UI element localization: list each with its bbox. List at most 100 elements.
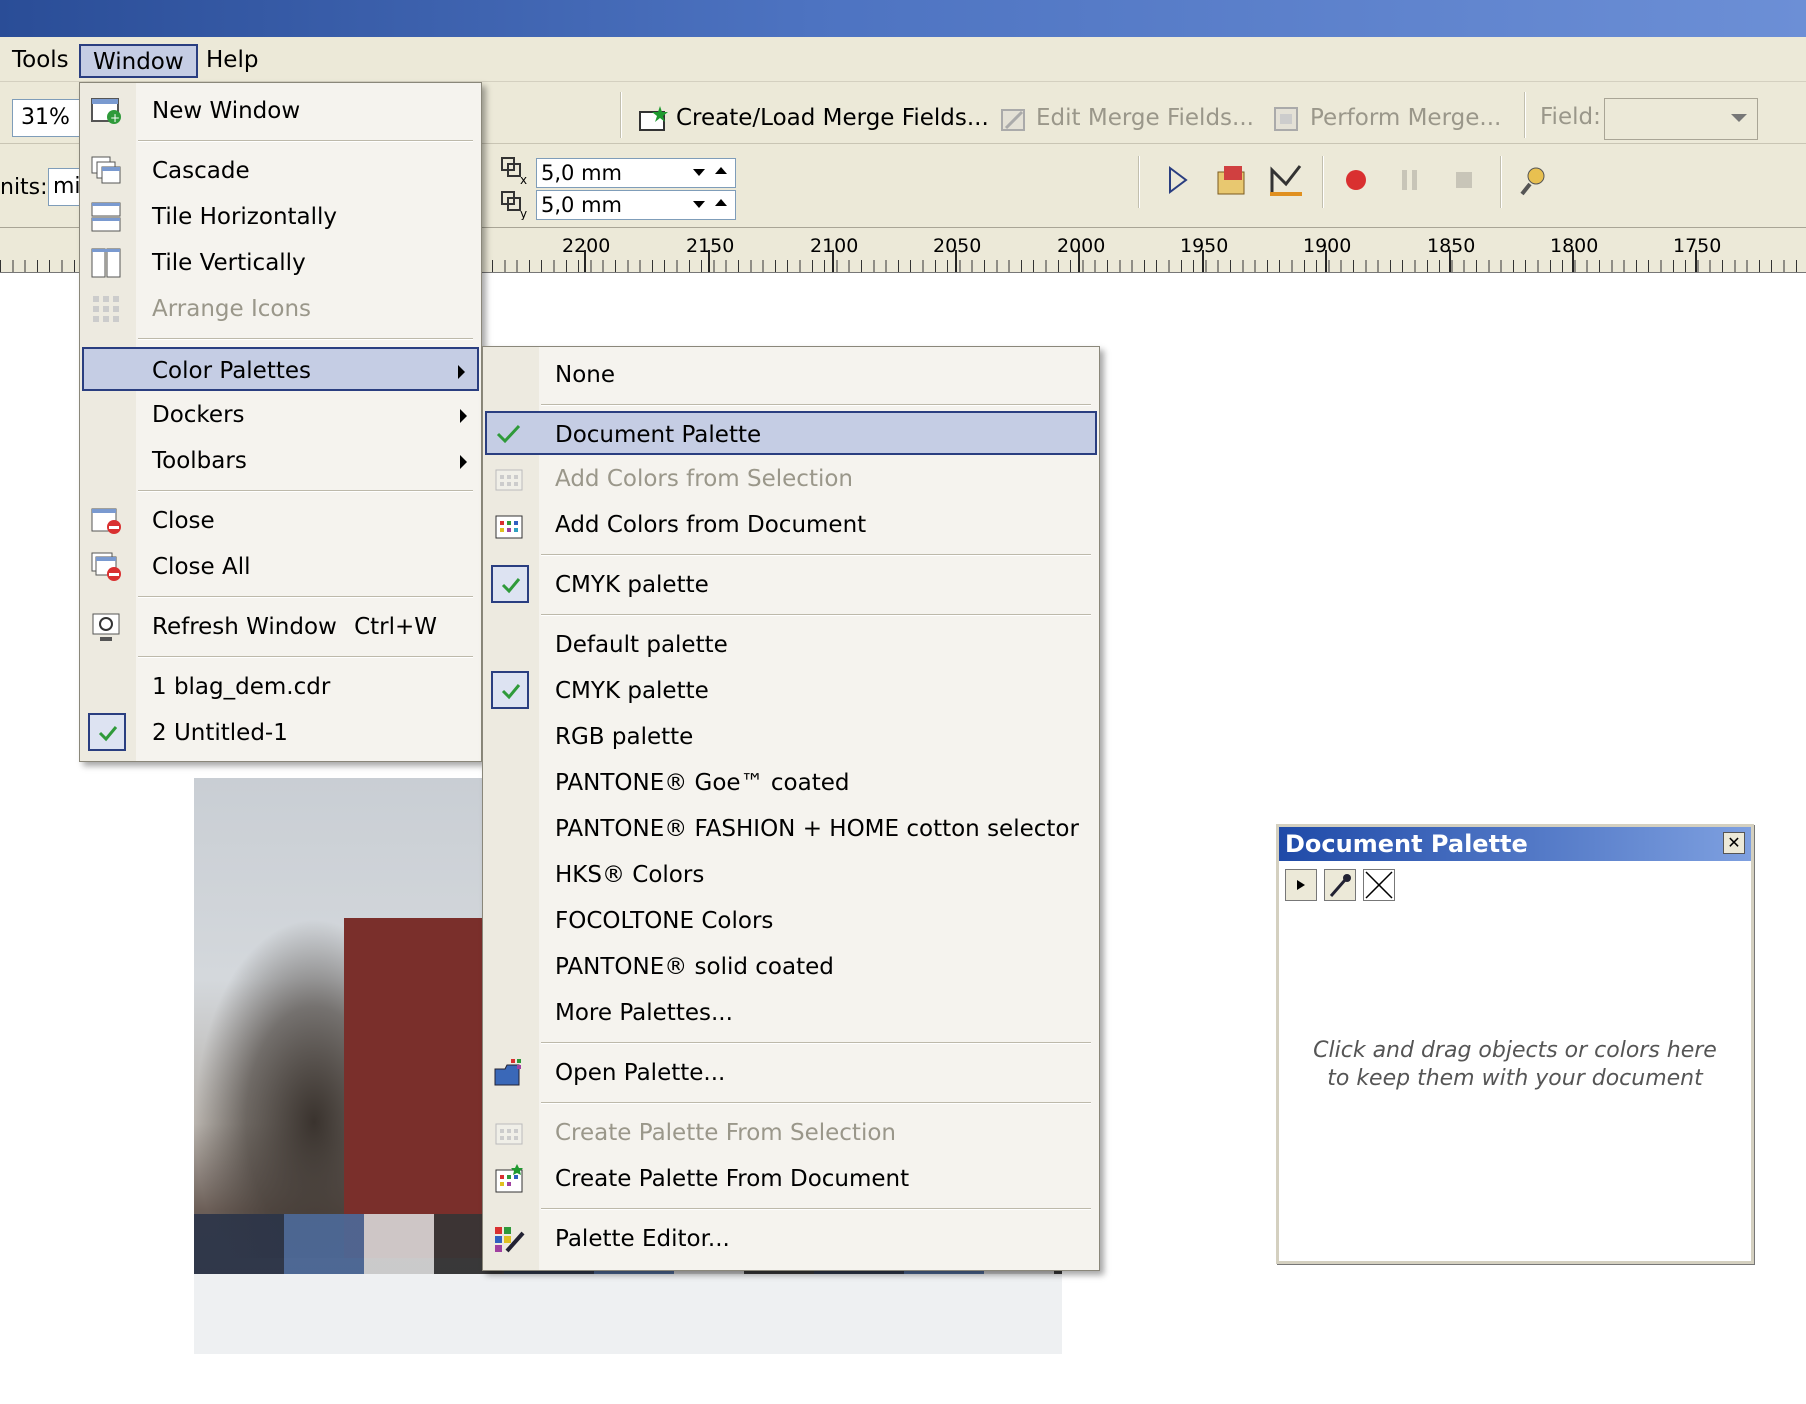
menu-item-cmyk-palette-open[interactable]: CMYK palette bbox=[485, 563, 1097, 607]
menu-separator bbox=[541, 554, 1091, 556]
refresh-window-icon bbox=[90, 611, 122, 643]
menu-item-label: Add Colors from Document bbox=[555, 512, 867, 538]
stop-macro-button[interactable] bbox=[1444, 160, 1484, 200]
menu-item-dockers[interactable]: Dockers bbox=[82, 393, 479, 437]
menu-item-tile-vertically[interactable]: Tile Vertically bbox=[82, 241, 479, 285]
offset-y-input[interactable]: 5,0 mm bbox=[536, 190, 736, 220]
menu-help[interactable]: Help bbox=[194, 44, 270, 78]
menu-separator bbox=[541, 1208, 1091, 1210]
perform-merge-button[interactable]: Perform Merge... bbox=[1272, 98, 1501, 138]
menu-item-arrange-icons[interactable]: Arrange Icons bbox=[82, 287, 479, 331]
palette-editor-icon bbox=[493, 1223, 525, 1255]
macro-editor-button[interactable] bbox=[1266, 160, 1306, 200]
menu-separator bbox=[541, 1102, 1091, 1104]
photo-snow bbox=[194, 1274, 1062, 1354]
menu-item-open-palette[interactable]: Open Palette... bbox=[485, 1051, 1097, 1095]
pause-macro-button[interactable] bbox=[1390, 160, 1430, 200]
menu-item-document-1[interactable]: 1 blag_dem.cdr bbox=[82, 665, 479, 709]
menu-item-label: Toolbars bbox=[152, 448, 247, 474]
options-icon bbox=[1520, 167, 1545, 196]
menu-item-label: Cascade bbox=[152, 158, 250, 184]
menu-item-cmyk-palette[interactable]: CMYK palette bbox=[485, 669, 1097, 713]
window-menu: + New Window Cascade Tile Horizontally T… bbox=[79, 82, 482, 762]
no-color-swatch[interactable] bbox=[1363, 869, 1396, 901]
menu-item-pantone-solid-coated[interactable]: PANTONE® solid coated bbox=[485, 945, 1097, 989]
toolbar-separator bbox=[1322, 156, 1324, 208]
chevron-up-icon[interactable] bbox=[715, 167, 727, 174]
menu-separator bbox=[138, 140, 473, 142]
palette-flyout-button[interactable] bbox=[1285, 869, 1317, 901]
ruler-label: 2050 bbox=[933, 235, 982, 257]
menu-item-hks-colors[interactable]: HKS® Colors bbox=[485, 853, 1097, 897]
edit-merge-fields-button[interactable]: Edit Merge Fields... bbox=[998, 98, 1254, 138]
menu-item-create-palette-from-document[interactable]: Create Palette From Document bbox=[485, 1157, 1097, 1201]
menu-item-label: None bbox=[555, 362, 616, 388]
no-color-icon bbox=[1365, 871, 1393, 899]
menu-item-create-palette-from-selection[interactable]: Create Palette From Selection bbox=[485, 1111, 1097, 1155]
menu-item-rgb-palette[interactable]: RGB palette bbox=[485, 715, 1097, 759]
menu-item-close-all[interactable]: Close All bbox=[82, 545, 479, 589]
play-macro-button[interactable] bbox=[1158, 160, 1198, 200]
docker-hint: Click and drag objects or colors here to… bbox=[1313, 1038, 1717, 1091]
menu-item-label: Default palette bbox=[555, 632, 728, 658]
menu-item-label: 2 Untitled-1 bbox=[152, 720, 288, 746]
color-palettes-submenu: None Document Palette Add Colors from Se… bbox=[482, 346, 1100, 1271]
record-macro-button[interactable] bbox=[1336, 160, 1376, 200]
document-palette-docker[interactable]: Document Palette ✕ Click and drag object… bbox=[1276, 824, 1754, 1264]
check-icon bbox=[88, 713, 126, 751]
menu-item-default-palette[interactable]: Default palette bbox=[485, 623, 1097, 667]
menu-item-cascade[interactable]: Cascade bbox=[82, 149, 479, 193]
offset-x-input[interactable]: 5,0 mm bbox=[536, 158, 736, 188]
macro-manager-button[interactable] bbox=[1212, 160, 1252, 200]
zoom-level-input[interactable]: 31% bbox=[12, 99, 82, 137]
chevron-down-icon[interactable] bbox=[693, 169, 705, 176]
menu-tools[interactable]: Tools bbox=[0, 44, 81, 78]
menu-item-label: Arrange Icons bbox=[152, 296, 312, 322]
svg-text:+: + bbox=[110, 111, 120, 125]
menu-item-color-palettes[interactable]: Color Palettes bbox=[82, 347, 479, 391]
menu-item-close[interactable]: Close bbox=[82, 499, 479, 543]
offset-y-value: 5,0 mm bbox=[541, 193, 622, 217]
menu-item-document-palette[interactable]: Document Palette bbox=[485, 411, 1097, 455]
menu-item-new-window[interactable]: + New Window bbox=[82, 89, 479, 133]
menu-item-add-colors-from-selection[interactable]: Add Colors from Selection bbox=[485, 457, 1097, 501]
new-window-icon: + bbox=[90, 95, 122, 127]
menu-item-label: Dockers bbox=[152, 402, 245, 428]
menu-item-more-palettes[interactable]: More Palettes... bbox=[485, 991, 1097, 1035]
menu-window[interactable]: Window bbox=[79, 44, 198, 78]
stop-icon bbox=[1456, 172, 1472, 188]
menubar: Tools Window Help bbox=[0, 37, 1806, 82]
menu-item-none[interactable]: None bbox=[485, 353, 1097, 397]
menu-separator bbox=[138, 596, 473, 598]
menu-item-label: HKS® Colors bbox=[555, 862, 705, 888]
menu-item-toolbars[interactable]: Toolbars bbox=[82, 439, 479, 483]
menu-item-label: Close All bbox=[152, 554, 251, 580]
menu-item-label: Palette Editor... bbox=[555, 1226, 730, 1252]
field-dropdown[interactable] bbox=[1604, 98, 1758, 140]
chevron-up-icon[interactable] bbox=[715, 199, 727, 206]
menu-item-document-2[interactable]: 2 Untitled-1 bbox=[82, 711, 479, 755]
close-all-icon bbox=[90, 551, 122, 583]
menu-item-label: Document Palette bbox=[555, 422, 762, 448]
menu-item-palette-editor[interactable]: Palette Editor... bbox=[485, 1217, 1097, 1261]
menu-item-add-colors-from-document[interactable]: Add Colors from Document bbox=[485, 503, 1097, 547]
menu-item-label: CMYK palette bbox=[555, 572, 709, 598]
menu-item-focoltone-colors[interactable]: FOCOLTONE Colors bbox=[485, 899, 1097, 943]
create-load-merge-fields-button[interactable]: Create/Load Merge Fields... bbox=[638, 98, 989, 138]
merge-perform-icon bbox=[1272, 104, 1302, 134]
close-icon[interactable]: ✕ bbox=[1723, 832, 1745, 854]
create-palette-document-icon bbox=[493, 1163, 525, 1195]
menu-item-tile-horizontally[interactable]: Tile Horizontally bbox=[82, 195, 479, 239]
ruler-label: 1950 bbox=[1180, 235, 1229, 257]
menu-separator bbox=[541, 404, 1091, 406]
menu-item-pantone-goe[interactable]: PANTONE® Goe™ coated bbox=[485, 761, 1097, 805]
menu-item-label: RGB palette bbox=[555, 724, 694, 750]
menu-item-pantone-fashion-home[interactable]: PANTONE® FASHION + HOME cotton selector bbox=[485, 807, 1097, 851]
menu-item-refresh-window[interactable]: Refresh Window Ctrl+W bbox=[82, 605, 479, 649]
eyedropper-button[interactable] bbox=[1324, 869, 1357, 901]
options-button[interactable] bbox=[1516, 160, 1556, 200]
create-palette-selection-icon bbox=[493, 1117, 525, 1149]
ruler-label: 1750 bbox=[1673, 235, 1722, 257]
chevron-down-icon[interactable] bbox=[693, 201, 705, 208]
menu-item-label: PANTONE® Goe™ coated bbox=[555, 770, 850, 796]
